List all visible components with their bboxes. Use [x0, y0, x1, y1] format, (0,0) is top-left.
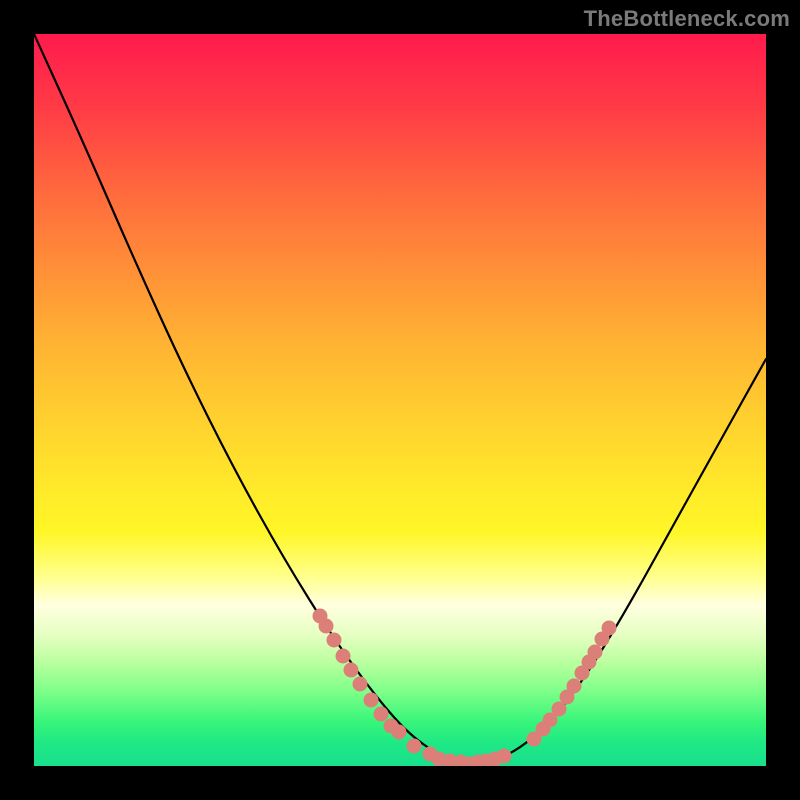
- data-dot: [392, 725, 407, 740]
- data-dot: [364, 693, 379, 708]
- data-dot: [567, 679, 582, 694]
- data-dot: [353, 677, 368, 692]
- data-dot: [588, 645, 603, 660]
- left-curve: [34, 34, 469, 764]
- data-dot: [374, 707, 389, 722]
- chart-svg: [34, 34, 766, 766]
- data-dot: [319, 619, 334, 634]
- data-dot: [602, 621, 617, 636]
- data-dot: [336, 649, 351, 664]
- data-dot: [327, 633, 342, 648]
- data-dot: [497, 749, 512, 764]
- data-dots: [313, 609, 617, 767]
- data-dot: [344, 663, 359, 678]
- watermark-text: TheBottleneck.com: [584, 6, 790, 32]
- data-dot: [407, 739, 422, 754]
- right-curve: [469, 359, 766, 764]
- chart-plot-area: [34, 34, 766, 766]
